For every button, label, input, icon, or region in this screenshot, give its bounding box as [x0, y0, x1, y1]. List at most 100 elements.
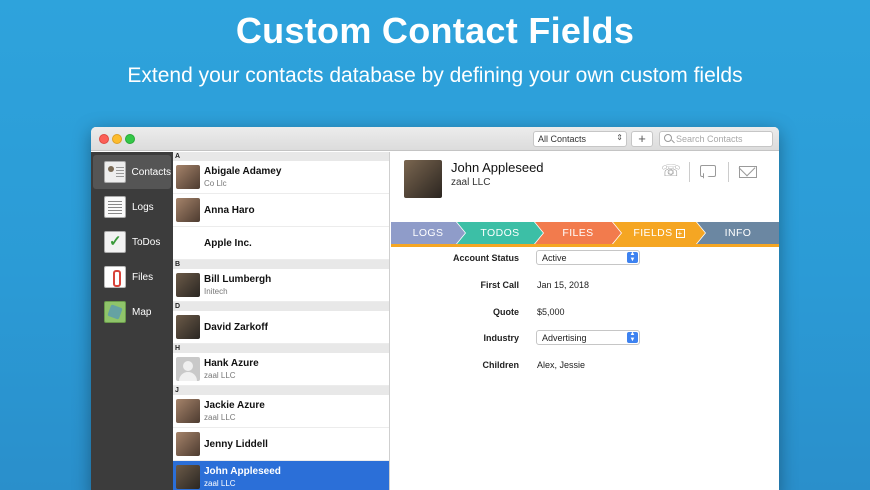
- mail-icon[interactable]: [738, 164, 758, 180]
- sidebar-item-logs[interactable]: Logs: [93, 190, 171, 224]
- avatar-placeholder-icon: [176, 357, 200, 381]
- field-row-account-status: Account Status Active ▲ ▼: [391, 250, 779, 268]
- close-window-button[interactable]: [99, 134, 109, 144]
- divider: [728, 162, 729, 182]
- children-value[interactable]: Alex, Jessie: [537, 360, 585, 370]
- minimize-window-button[interactable]: [112, 134, 122, 144]
- message-icon[interactable]: [698, 164, 718, 180]
- section-header: H: [173, 344, 389, 353]
- contact-name: David Zarkoff: [204, 321, 268, 333]
- contact-name: Hank Azure: [204, 358, 259, 369]
- section-header: A: [173, 152, 389, 161]
- avatar: [176, 315, 200, 339]
- sidebar-item-label: Contacts: [131, 166, 171, 178]
- account-status-select[interactable]: Active ▲ ▼: [536, 250, 640, 265]
- title-bar: All Contacts ⇕ + Search Contacts: [91, 127, 779, 151]
- divider: [689, 162, 690, 182]
- avatar: [176, 165, 200, 189]
- tab-todos[interactable]: TODOS: [457, 222, 543, 244]
- contact-name: Apple Inc.: [204, 237, 252, 249]
- field-label: First Call: [480, 280, 519, 290]
- industry-value: Advertising: [542, 333, 587, 343]
- list-item[interactable]: David Zarkoff: [173, 311, 389, 344]
- select-arrows-icon: ⇕: [616, 133, 623, 142]
- contact-name: Abigale Adamey: [204, 166, 282, 177]
- contact-list: A Abigale Adamey Co Llc Anna Haro Apple I…: [173, 152, 390, 490]
- add-field-icon[interactable]: +: [676, 229, 685, 238]
- list-item[interactable]: Jackie Azure zaal LLC: [173, 395, 389, 428]
- contact-company: Co Llc: [204, 179, 227, 188]
- app-window: All Contacts ⇕ + Search Contacts Contact…: [91, 127, 779, 490]
- select-arrows-icon: ▲ ▼: [627, 331, 638, 343]
- hero-title: Custom Contact Fields: [235, 10, 635, 51]
- map-icon: [104, 301, 126, 323]
- first-call-value[interactable]: Jan 15, 2018: [537, 280, 589, 290]
- apple-logo-icon: [176, 231, 200, 255]
- contact-name: John Appleseed: [204, 466, 281, 477]
- field-row-industry: Industry Advertising ▲ ▼: [391, 330, 779, 348]
- field-label: Children: [482, 360, 519, 370]
- section-header: J: [173, 386, 389, 395]
- tab-label: INFO: [724, 227, 752, 239]
- avatar: [176, 432, 200, 456]
- search-icon: [664, 134, 672, 142]
- sidebar-item-label: Map: [132, 306, 152, 318]
- tab-files[interactable]: FILES: [535, 222, 621, 244]
- field-row-children: Children Alex, Jessie: [391, 357, 779, 375]
- contact-detail: John Appleseed zaal LLC ☏ LOGS TODOS FIL…: [391, 152, 779, 490]
- contact-detail-name: John Appleseed: [451, 160, 544, 175]
- avatar: [176, 465, 200, 489]
- sidebar-item-todos[interactable]: ToDos: [93, 225, 171, 259]
- contact-filter-value: All Contacts: [538, 134, 587, 144]
- tab-logs[interactable]: LOGS: [391, 222, 465, 244]
- avatar: [176, 273, 200, 297]
- contact-name: Bill Lumbergh: [204, 274, 272, 285]
- sidebar-item-files[interactable]: Files: [93, 260, 171, 294]
- field-label: Account Status: [452, 253, 519, 263]
- search-input[interactable]: Search Contacts: [659, 131, 773, 147]
- list-item[interactable]: Apple Inc.: [173, 227, 389, 260]
- account-status-value: Active: [542, 253, 567, 263]
- contact-detail-company: zaal LLC: [451, 177, 491, 188]
- sidebar-item-label: Files: [132, 271, 154, 283]
- sidebar-item-contacts[interactable]: Contacts: [93, 155, 171, 189]
- contact-name: Jackie Azure: [204, 400, 265, 411]
- field-label: Quote: [493, 307, 519, 317]
- tab-fields[interactable]: FIELDS +: [613, 222, 705, 244]
- todos-icon: [104, 231, 126, 253]
- field-row-quote: Quote $5,000: [391, 304, 779, 322]
- logs-icon: [104, 196, 126, 218]
- add-contact-button[interactable]: +: [631, 131, 653, 147]
- sidebar-item-map[interactable]: Map: [93, 295, 171, 329]
- contact-name: Anna Haro: [204, 204, 255, 216]
- phone-icon[interactable]: ☏: [661, 164, 681, 180]
- files-icon: [104, 266, 126, 288]
- contact-company: zaal LLC: [204, 371, 236, 380]
- search-placeholder: Search Contacts: [676, 134, 743, 144]
- contact-company: Initech: [204, 287, 228, 296]
- tab-info[interactable]: INFO: [697, 222, 779, 244]
- field-label: Industry: [483, 333, 519, 343]
- list-item[interactable]: Bill Lumbergh Initech: [173, 269, 389, 302]
- tab-label: LOGS: [412, 227, 444, 239]
- list-item-selected[interactable]: John Appleseed zaal LLC: [173, 461, 389, 490]
- quote-value[interactable]: $5,000: [537, 307, 565, 317]
- sidebar-item-label: Logs: [132, 201, 154, 213]
- hero-subtitle: Extend your contacts database by definin…: [127, 64, 743, 87]
- detail-tabs: LOGS TODOS FILES FIELDS + INFO: [391, 222, 779, 244]
- zoom-window-button[interactable]: [125, 134, 135, 144]
- list-item[interactable]: Hank Azure zaal LLC: [173, 353, 389, 386]
- contacts-icon: [104, 161, 126, 183]
- list-item[interactable]: Anna Haro: [173, 194, 389, 227]
- contact-name: Jenny Liddell: [204, 438, 268, 450]
- tab-label: TODOS: [480, 227, 520, 239]
- list-item[interactable]: Abigale Adamey Co Llc: [173, 161, 389, 194]
- field-row-first-call: First Call Jan 15, 2018: [391, 277, 779, 295]
- avatar: [176, 399, 200, 423]
- contact-company: zaal LLC: [204, 413, 236, 422]
- industry-select[interactable]: Advertising ▲ ▼: [536, 330, 640, 345]
- select-arrows-icon: ▲ ▼: [627, 251, 638, 263]
- list-item[interactable]: Jenny Liddell: [173, 428, 389, 461]
- contact-filter-select[interactable]: All Contacts ⇕: [533, 131, 627, 147]
- tab-label: FILES: [562, 227, 594, 239]
